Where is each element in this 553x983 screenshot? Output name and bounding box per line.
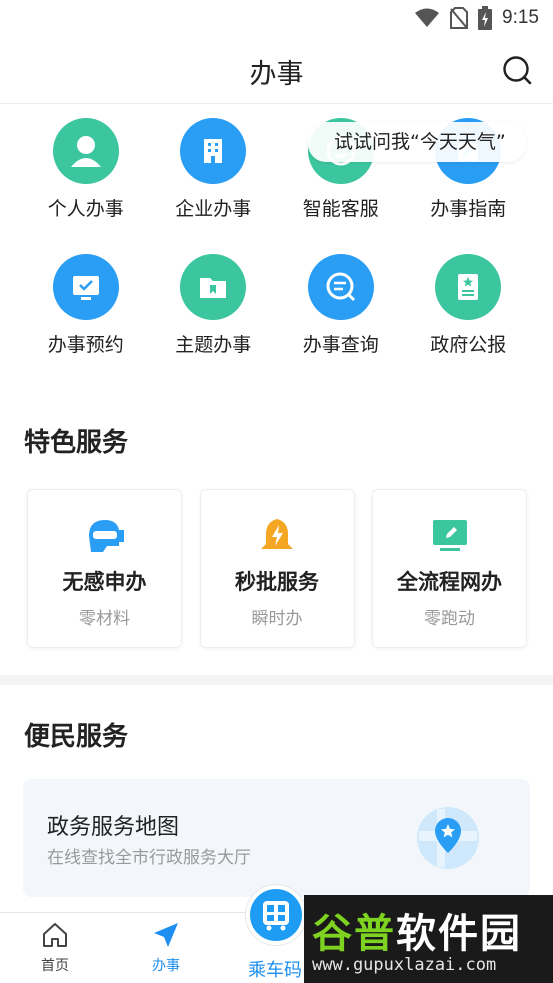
quick-action-topic[interactable]: 主题办事 xyxy=(150,254,278,357)
search-icon[interactable] xyxy=(501,54,533,86)
page-title: 办事 xyxy=(249,59,304,90)
quick-action-label: 办事预约 xyxy=(47,334,124,356)
monitor-check-icon xyxy=(52,254,119,320)
quick-action-bulletin[interactable]: 政府公报 xyxy=(405,254,533,357)
search-doc-icon xyxy=(307,254,374,320)
page-header: 办事 xyxy=(0,38,553,104)
feature-card-title: 无感申办 xyxy=(62,570,147,594)
feature-card-nonperceptive[interactable]: 无感申办 零材料 xyxy=(27,489,182,648)
quick-action-label: 办事查询 xyxy=(302,334,379,356)
feature-card-list: 无感申办 零材料 秒批服务 瞬时办 全流程网办 零跑动 xyxy=(27,489,527,648)
bulletin-icon xyxy=(435,254,502,320)
quick-action-appointment[interactable]: 办事预约 xyxy=(22,254,150,357)
tab-home[interactable]: 首页 xyxy=(15,921,95,975)
screen-edit-icon xyxy=(428,516,472,556)
bus-qr-button[interactable] xyxy=(246,885,306,945)
feature-card-instant[interactable]: 秒批服务 瞬时办 xyxy=(199,489,355,648)
feature-card-subtitle: 零材料 xyxy=(79,609,130,629)
tab-services[interactable]: 办事 xyxy=(126,921,206,975)
bell-lightning-icon xyxy=(255,516,299,556)
quick-action-label: 企业办事 xyxy=(175,198,252,220)
status-time: 9:15 xyxy=(502,7,539,28)
feature-section-title: 特色服务 xyxy=(24,428,129,458)
quick-action-personal[interactable]: 个人办事 xyxy=(22,118,150,221)
convenience-section-title: 便民服务 xyxy=(24,722,129,752)
watermark-url: www.gupuxlazai.com xyxy=(312,955,497,975)
tab-label: 办事 xyxy=(152,958,180,974)
send-icon xyxy=(154,923,178,947)
map-pin-icon xyxy=(417,807,479,869)
map-card-subtitle: 在线查找全市行政服务大厅 xyxy=(47,848,251,868)
quick-action-label: 主题办事 xyxy=(175,334,252,356)
quick-action-label: 办事指南 xyxy=(430,198,507,220)
quick-action-enterprise[interactable]: 企业办事 xyxy=(150,118,278,221)
feature-card-subtitle: 瞬时办 xyxy=(251,609,303,629)
person-icon xyxy=(52,118,119,184)
tab-label: 首页 xyxy=(41,958,69,974)
quick-action-label: 个人办事 xyxy=(47,198,124,220)
feature-card-title: 全流程网办 xyxy=(397,570,502,594)
service-map-card[interactable]: 政务服务地图 在线查找全市行政服务大厅 xyxy=(23,779,530,897)
bus-qr-label: 乘车码 xyxy=(248,960,302,981)
no-sim-icon xyxy=(450,7,469,29)
wifi-icon xyxy=(415,8,440,27)
assistant-tip-bubble[interactable]: 试试问我“今天天气” xyxy=(308,122,526,162)
home-icon xyxy=(43,923,67,947)
section-divider xyxy=(0,675,553,685)
bus-qr-icon xyxy=(263,901,289,931)
quick-action-label: 政府公报 xyxy=(430,334,507,356)
status-bar: 9:15 xyxy=(0,0,553,38)
vr-headset-icon xyxy=(83,516,127,556)
quick-action-label: 智能客服 xyxy=(302,198,379,220)
battery-charging-icon xyxy=(478,6,493,30)
watermark-brand: 谷普软件园 xyxy=(312,911,522,957)
feature-card-subtitle: 零跑动 xyxy=(424,609,475,629)
map-card-title: 政务服务地图 xyxy=(47,815,180,840)
feature-card-online[interactable]: 全流程网办 零跑动 xyxy=(372,489,527,648)
feature-card-title: 秒批服务 xyxy=(235,570,319,594)
building-icon xyxy=(180,118,247,184)
quick-action-query[interactable]: 办事查询 xyxy=(277,254,405,357)
watermark-logo: 谷普软件园 www.gupuxlazai.com xyxy=(304,895,553,983)
folder-bookmark-icon xyxy=(180,254,247,320)
